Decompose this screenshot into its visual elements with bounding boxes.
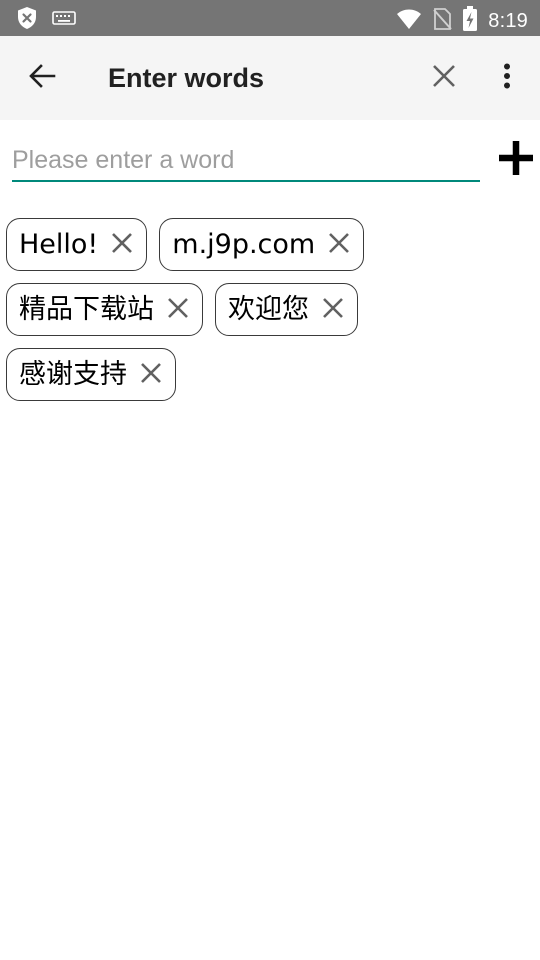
- security-shield-icon: [16, 6, 38, 34]
- more-vert-icon: [503, 63, 511, 93]
- plus-icon: [497, 139, 535, 181]
- word-chip[interactable]: 精品下载站: [6, 283, 203, 336]
- word-chip-list: Hello! m.j9p.com 精品下载站 欢迎您 感谢支持: [0, 216, 536, 401]
- chip-label: Hello!: [19, 228, 99, 260]
- word-chip[interactable]: Hello!: [6, 218, 148, 271]
- close-icon: [111, 232, 133, 258]
- chip-label: m.j9p.com: [172, 228, 316, 260]
- battery-charging-icon: [462, 6, 478, 36]
- chip-remove-button[interactable]: [164, 296, 192, 324]
- close-icon: [140, 362, 162, 388]
- wifi-icon: [396, 8, 422, 34]
- chip-remove-button[interactable]: [108, 231, 136, 259]
- app-bar: Enter words: [0, 36, 540, 120]
- status-bar: 8:19: [0, 0, 540, 36]
- chip-label: 欢迎您: [228, 293, 309, 325]
- word-input-row: [0, 120, 540, 216]
- keyboard-icon: [52, 10, 76, 30]
- status-time: 8:19: [488, 10, 528, 32]
- chip-label: 精品下载站: [19, 293, 154, 325]
- word-chip[interactable]: 欢迎您: [215, 283, 358, 336]
- add-word-button[interactable]: [496, 140, 536, 180]
- word-chip[interactable]: m.j9p.com: [159, 218, 365, 271]
- back-arrow-icon: [28, 62, 56, 94]
- no-sim-icon: [432, 7, 453, 35]
- word-chip[interactable]: 感谢支持: [6, 348, 176, 401]
- chip-remove-button[interactable]: [325, 231, 353, 259]
- status-right-icons: 8:19: [396, 6, 528, 36]
- status-left-icons: [16, 6, 76, 34]
- close-icon: [432, 64, 456, 92]
- page-title: Enter words: [108, 63, 265, 93]
- chip-remove-button[interactable]: [319, 296, 347, 324]
- close-icon: [167, 297, 189, 323]
- word-input[interactable]: [12, 140, 480, 182]
- back-button[interactable]: [22, 58, 62, 98]
- close-icon: [322, 297, 344, 323]
- close-icon: [328, 232, 350, 258]
- chip-remove-button[interactable]: [137, 361, 165, 389]
- more-options-button[interactable]: [490, 58, 524, 98]
- clear-button[interactable]: [422, 58, 466, 98]
- chip-label: 感谢支持: [19, 358, 127, 390]
